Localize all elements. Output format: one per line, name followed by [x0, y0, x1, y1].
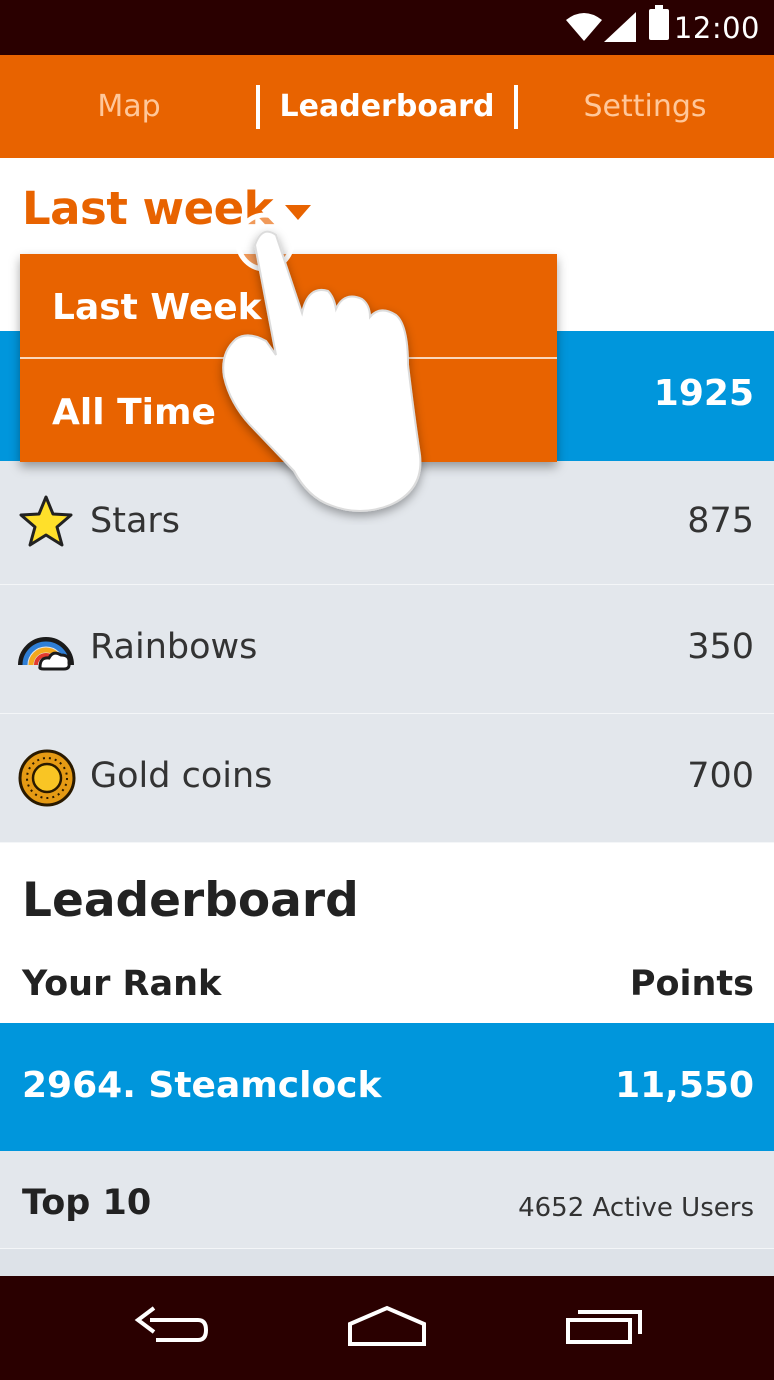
tab-bar: Map Leaderboard Settings [0, 55, 774, 158]
total-points-value: 1925 [653, 373, 754, 414]
category-label: Rainbows [90, 627, 258, 667]
gold-coin-icon [18, 749, 76, 811]
back-icon[interactable] [132, 1298, 210, 1362]
my-rank-points: 11,550 [615, 1065, 754, 1106]
dropdown-option-label: All Time [52, 392, 216, 433]
active-users-count: 4652 Active Users [518, 1193, 754, 1223]
points-column-header: Points [629, 964, 754, 1004]
my-rank-name: 2964. Steamclock [22, 1065, 382, 1106]
list-continuation [0, 1249, 774, 1276]
my-rank-row[interactable]: 2964. Steamclock 11,550 [0, 1023, 774, 1151]
top10-row[interactable]: Top 10 4652 Active Users [0, 1151, 774, 1249]
home-icon[interactable] [346, 1298, 428, 1362]
star-icon [18, 494, 74, 552]
tab-map[interactable]: Map [0, 55, 258, 158]
status-bar: 12:00 [0, 0, 774, 55]
recents-icon[interactable] [564, 1298, 644, 1362]
leaderboard-title: Leaderboard [22, 873, 359, 928]
category-value: 350 [687, 627, 754, 667]
battery-icon [649, 5, 669, 40]
rainbow-icon [18, 621, 74, 675]
status-time: 12:00 [673, 11, 760, 45]
category-label: Stars [90, 501, 181, 541]
rank-column-header: Your Rank [22, 964, 222, 1004]
tab-settings[interactable]: Settings [516, 55, 774, 158]
category-value: 875 [687, 501, 754, 541]
signal-icon [604, 12, 636, 46]
tap-gesture-hand-icon [210, 205, 440, 529]
top10-label: Top 10 [22, 1183, 152, 1223]
system-nav-bar [0, 1276, 774, 1380]
wifi-icon [566, 12, 602, 46]
category-row-gold-coins: Gold coins 700 [0, 714, 774, 843]
category-row-rainbows: Rainbows 350 [0, 585, 774, 714]
category-value: 700 [687, 756, 754, 796]
tab-leaderboard[interactable]: Leaderboard [258, 55, 516, 158]
category-label: Gold coins [90, 756, 273, 796]
